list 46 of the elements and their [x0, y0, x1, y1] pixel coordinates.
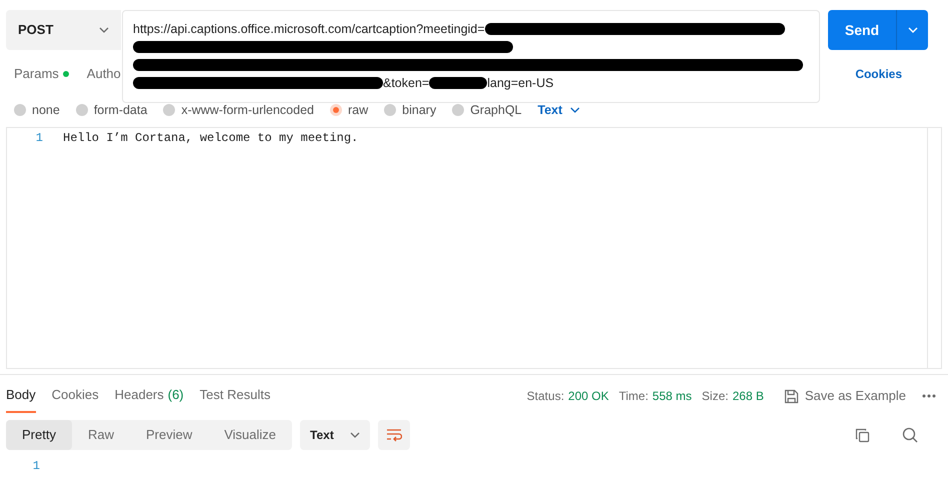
response-tab[interactable]: Body	[6, 379, 36, 413]
line-number: 1	[34, 130, 43, 147]
body-type-radio[interactable]: none	[14, 100, 60, 120]
caret-icon	[570, 107, 580, 113]
url-text: https://api.captions.office.microsoft.com/cartcaption?meetingid=	[133, 21, 485, 38]
line-number: 1	[32, 458, 40, 475]
method-select[interactable]: POST	[6, 10, 121, 50]
status-value: 200 OK	[568, 388, 609, 405]
status-label: Status:	[526, 388, 564, 405]
format-select[interactable]: Text	[300, 420, 370, 450]
body-type-radio[interactable]: GraphQL	[452, 100, 522, 120]
cookies-link[interactable]: Cookies	[855, 65, 902, 83]
caret-icon	[350, 432, 360, 438]
body-type-radio[interactable]: form-data	[76, 100, 148, 120]
url-text: &token=	[383, 75, 430, 92]
more-icon[interactable]	[922, 394, 936, 398]
view-mode-tab[interactable]: Pretty	[6, 420, 72, 450]
url-text: lang=en-US	[487, 75, 554, 92]
save-as-example-button[interactable]: Save as Example	[784, 386, 906, 406]
view-mode-tab[interactable]: Visualize	[208, 420, 292, 450]
body-type-radio[interactable]: x-www-form-urlencoded	[163, 100, 314, 120]
wrap-icon	[386, 428, 402, 442]
response-tab[interactable]: Test Results	[200, 379, 270, 413]
code-line: Hello I’m Cortana, welcome to my meeting.	[63, 130, 358, 147]
view-mode-tab[interactable]: Preview	[130, 420, 208, 450]
raw-format-select[interactable]: Text	[538, 100, 580, 120]
send-button[interactable]: Send	[828, 10, 896, 50]
send-options-button[interactable]	[896, 10, 928, 50]
status-value: 558 ms	[652, 388, 692, 405]
caret-icon	[908, 27, 918, 33]
search-icon[interactable]	[902, 427, 918, 443]
status-value: 268 B	[732, 388, 764, 405]
caret-icon	[99, 27, 109, 33]
status-label: Size:	[702, 388, 728, 405]
status-label: Time:	[618, 388, 648, 405]
redaction-mark	[429, 77, 488, 89]
wrap-lines-button[interactable]	[378, 420, 410, 450]
copy-icon[interactable]	[855, 428, 870, 442]
save-icon	[784, 388, 799, 404]
body-type-radio[interactable]: binary	[384, 100, 436, 120]
response-tab[interactable]: Cookies	[52, 379, 99, 413]
response-tab[interactable]: Headers (6)	[114, 379, 184, 413]
request-tab[interactable]: Params	[14, 64, 69, 84]
view-mode-tab[interactable]: Raw	[72, 420, 130, 450]
request-tab[interactable]: Autho	[86, 64, 121, 84]
count-label: (6)	[168, 386, 184, 404]
